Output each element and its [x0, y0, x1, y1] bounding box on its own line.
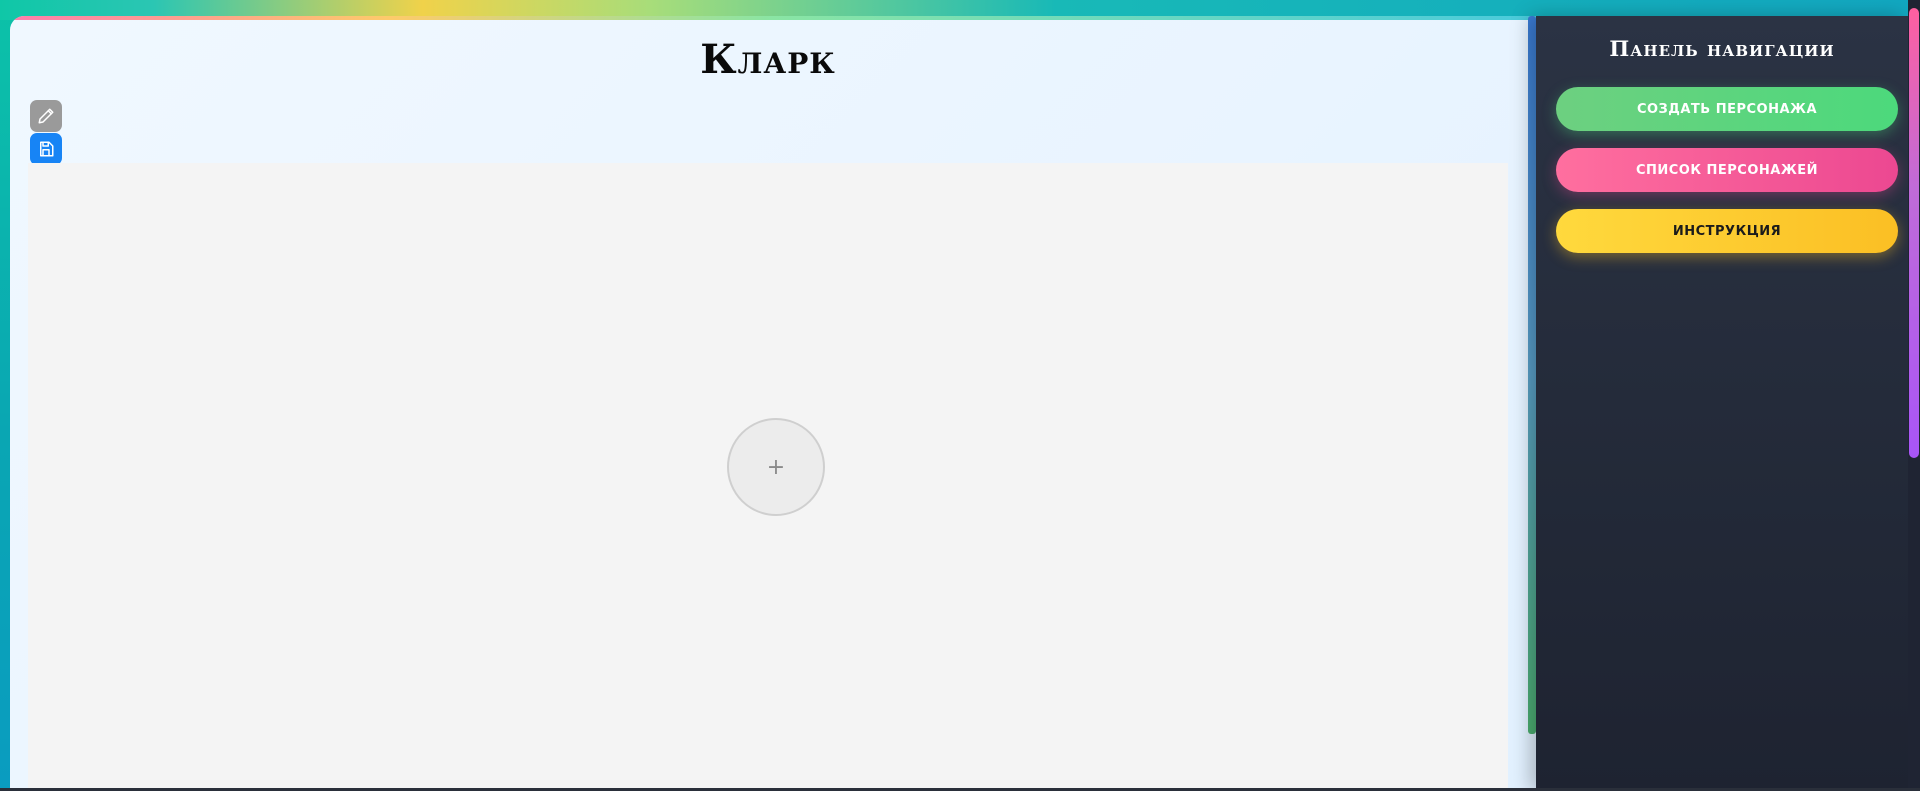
pencil-icon — [38, 108, 54, 124]
navigation-title: Панель навигации — [1609, 36, 1835, 61]
plus-icon: + — [766, 454, 786, 480]
edit-button[interactable] — [30, 100, 62, 132]
add-element-button[interactable]: + — [727, 418, 825, 516]
character-canvas[interactable]: + — [28, 163, 1508, 791]
character-list-button[interactable]: Список персонажей — [1556, 148, 1898, 192]
character-editor-panel: Кларк + — [10, 16, 1536, 791]
navigation-panel: Панель навигации Создать персонажа Списо… — [1536, 16, 1908, 791]
page-title: Кларк — [700, 36, 836, 83]
create-character-button[interactable]: Создать персонажа — [1556, 87, 1898, 131]
panel-separator — [1528, 16, 1536, 734]
save-icon — [40, 141, 54, 157]
instructions-button[interactable]: Инструкция — [1556, 209, 1898, 253]
save-button[interactable] — [30, 133, 62, 165]
scrollbar-thumb[interactable] — [1909, 8, 1919, 458]
